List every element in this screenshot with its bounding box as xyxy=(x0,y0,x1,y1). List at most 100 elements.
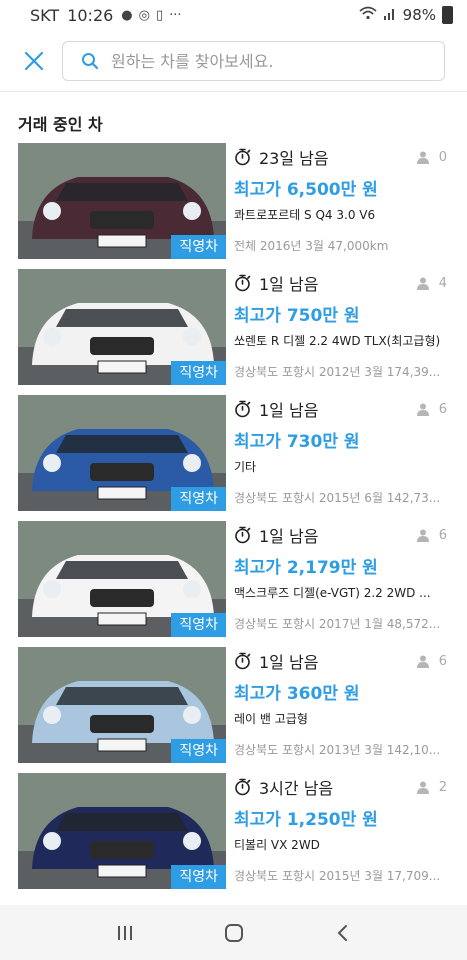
home-icon xyxy=(224,923,243,942)
direct-dealer-badge: 직영차 xyxy=(171,235,226,259)
search-box[interactable] xyxy=(62,41,445,81)
person-icon xyxy=(416,781,429,794)
app-notification-icon: ● xyxy=(121,7,133,23)
list-item[interactable]: 직영차 1일 남음 6 최고가 360만 원 레이 밴 고급형 경상북도 포항시… xyxy=(0,647,467,773)
bidder-count: 6 xyxy=(416,653,447,669)
time-remaining: 3시간 남음 xyxy=(259,779,334,798)
close-button[interactable] xyxy=(18,45,50,77)
system-nav-bar xyxy=(0,905,467,960)
stopwatch-icon xyxy=(235,526,251,544)
car-photo[interactable]: 직영차 xyxy=(18,395,226,511)
person-icon xyxy=(416,403,429,416)
list-item[interactable]: 직영차 1일 남음 6 최고가 2,179만 원 맥스크루즈 디젤(e-VGT) xyxy=(0,521,467,647)
back-button[interactable] xyxy=(325,915,361,951)
highest-price: 최고가 730만 원 xyxy=(234,432,360,452)
car-meta: 전체 2016년 3월 47,000km xyxy=(234,239,389,253)
time-remaining: 1일 남음 xyxy=(259,653,319,672)
time-remaining: 1일 남음 xyxy=(259,275,319,294)
time-remaining: 1일 남음 xyxy=(259,527,319,546)
bidder-count-value: 6 xyxy=(438,527,447,543)
car-model: 콰트로포르테 S Q4 3.0 V6 xyxy=(234,208,376,222)
time-remaining: 23일 남음 xyxy=(259,149,329,168)
highest-price: 최고가 2,179만 원 xyxy=(234,558,378,578)
bidder-count-value: 6 xyxy=(438,653,447,669)
highest-price: 최고가 6,500만 원 xyxy=(234,180,378,200)
battery-icon xyxy=(442,6,453,24)
list-item[interactable]: 직영차 23일 남음 0 최고가 6,500만 원 콰트로포르테 S Q4 3. xyxy=(0,143,467,269)
bidder-count: 6 xyxy=(416,401,447,417)
stopwatch-icon xyxy=(235,400,251,418)
car-model: 기타 xyxy=(234,460,257,474)
header-divider xyxy=(0,91,467,92)
signal-icon xyxy=(383,6,397,24)
item-info: 3시간 남음 2 최고가 1,250만 원 티볼리 VX 2WD 경상북도 포항… xyxy=(234,773,447,889)
car-photo[interactable]: 직영차 xyxy=(18,143,226,259)
item-info: 1일 남음 6 최고가 360만 원 레이 밴 고급형 경상북도 포항시 201… xyxy=(234,647,447,763)
back-icon xyxy=(337,924,347,941)
car-model: 맥스크루즈 디젤(e-VGT) 2.2 2WD ... xyxy=(234,586,431,600)
person-icon xyxy=(416,277,429,290)
car-photo[interactable]: 직영차 xyxy=(18,521,226,637)
section-title: 거래 중인 차 xyxy=(18,115,103,134)
list-item[interactable]: 직영차 3시간 남음 2 최고가 1,250만 원 티볼리 VX 2WD 경상북… xyxy=(0,773,467,899)
direct-dealer-badge: 직영차 xyxy=(171,613,226,637)
stopwatch-icon xyxy=(235,778,251,796)
time-remaining: 1일 남음 xyxy=(259,401,319,420)
car-model: 티볼리 VX 2WD xyxy=(234,838,320,852)
more-notifications-icon: ··· xyxy=(169,7,182,23)
direct-dealer-badge: 직영차 xyxy=(171,739,226,763)
bidder-count: 6 xyxy=(416,527,447,543)
instagram-icon: ◎ xyxy=(138,7,150,23)
status-bar: SKT 10:26 ● ◎ ▯ ··· 98% xyxy=(0,0,467,30)
search-header xyxy=(0,30,467,92)
close-icon xyxy=(24,51,44,71)
highest-price: 최고가 750만 원 xyxy=(234,306,360,326)
car-photo[interactable]: 직영차 xyxy=(18,647,226,763)
auction-list: 직영차 23일 남음 0 최고가 6,500만 원 콰트로포르테 S Q4 3. xyxy=(0,143,467,899)
item-info: 1일 남음 6 최고가 2,179만 원 맥스크루즈 디젤(e-VGT) 2.2… xyxy=(234,521,447,637)
stopwatch-icon xyxy=(235,652,251,670)
wifi-icon xyxy=(359,6,377,24)
car-model: 쏘렌토 R 디젤 2.2 4WD TLX(최고급형) xyxy=(234,334,441,348)
bidder-count-value: 4 xyxy=(438,275,447,291)
car-meta: 경상북도 포항시 2013년 3월 142,10... xyxy=(234,743,441,757)
item-info: 1일 남음 4 최고가 750만 원 쏘렌토 R 디젤 2.2 4WD TLX(… xyxy=(234,269,447,385)
clipboard-icon: ▯ xyxy=(155,7,164,23)
stopwatch-icon xyxy=(235,148,251,166)
battery-level: 98% xyxy=(402,6,436,24)
person-icon xyxy=(416,655,429,668)
item-info: 1일 남음 6 최고가 730만 원 기타 경상북도 포항시 2015년 6월 … xyxy=(234,395,447,511)
bidder-count: 2 xyxy=(416,779,447,795)
bidder-count-value: 2 xyxy=(438,779,447,795)
car-model: 레이 밴 고급형 xyxy=(234,712,308,726)
list-item[interactable]: 직영차 1일 남음 4 최고가 750만 원 쏘렌토 R 디젤 2.2 4WD xyxy=(0,269,467,395)
bidder-count-value: 0 xyxy=(438,149,447,165)
car-meta: 경상북도 포항시 2012년 3월 174,39... xyxy=(234,365,441,379)
person-icon xyxy=(416,151,429,164)
clock: 10:26 xyxy=(67,5,114,25)
notification-icons: ● ◎ ▯ ··· xyxy=(121,8,181,23)
recent-apps-button[interactable] xyxy=(107,915,143,951)
search-input[interactable] xyxy=(111,51,444,71)
direct-dealer-badge: 직영차 xyxy=(171,487,226,511)
car-meta: 경상북도 포항시 2015년 3월 17,709... xyxy=(234,869,441,883)
car-meta: 경상북도 포항시 2015년 6월 142,73... xyxy=(234,491,441,505)
person-icon xyxy=(416,529,429,542)
stopwatch-icon xyxy=(235,274,251,292)
highest-price: 최고가 1,250만 원 xyxy=(234,810,378,830)
bidder-count: 4 xyxy=(416,275,447,291)
carrier-label: SKT xyxy=(30,5,60,25)
bidder-count: 0 xyxy=(416,149,447,165)
car-photo[interactable]: 직영차 xyxy=(18,773,226,889)
direct-dealer-badge: 직영차 xyxy=(171,865,226,889)
bidder-count-value: 6 xyxy=(438,401,447,417)
search-icon xyxy=(82,53,99,70)
highest-price: 최고가 360만 원 xyxy=(234,684,360,704)
list-item[interactable]: 직영차 1일 남음 6 최고가 730만 원 기타 경상북도 포항시 2015년… xyxy=(0,395,467,521)
home-button[interactable] xyxy=(216,915,252,951)
item-info: 23일 남음 0 최고가 6,500만 원 콰트로포르테 S Q4 3.0 V6… xyxy=(234,143,447,259)
car-photo[interactable]: 직영차 xyxy=(18,269,226,385)
recent-apps-icon xyxy=(117,925,132,940)
direct-dealer-badge: 직영차 xyxy=(171,361,226,385)
car-meta: 경상북도 포항시 2017년 1월 48,572... xyxy=(234,617,441,631)
